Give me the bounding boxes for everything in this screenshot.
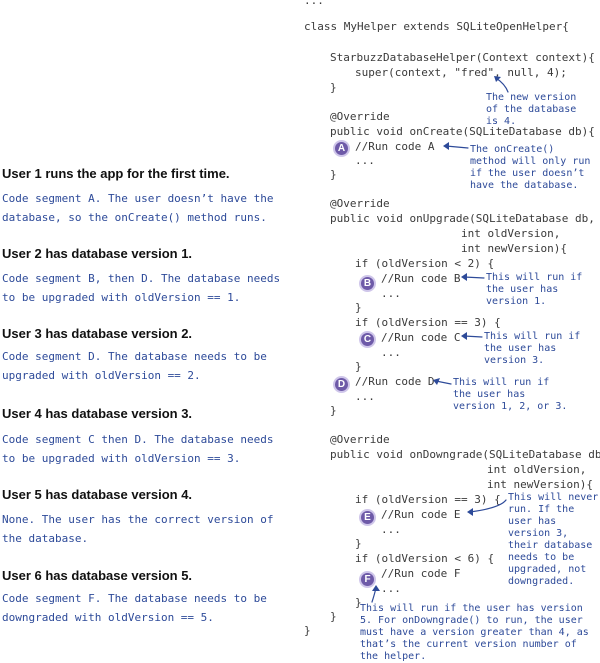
badge-d: D	[333, 376, 350, 393]
code-top-ellipsis: ...	[304, 0, 324, 7]
badge-f: F	[359, 571, 376, 588]
code-run-f: //Run code F	[381, 567, 461, 580]
annotation-code-e: This will never run. If the user has ver…	[508, 492, 599, 587]
code-onupgrade-signature: public void onUpgrade(SQLiteDatabase db,	[330, 212, 595, 225]
arrowhead-code-e	[467, 508, 473, 516]
code-param-oldversion: int oldVersion,	[461, 227, 561, 240]
arrow-to-oncreate	[445, 145, 469, 149]
user-5-description: None. The user has the correct version o…	[2, 513, 274, 545]
annotation-code-d: This will run if the user has version 1,…	[453, 377, 568, 412]
code-ellipsis: ...	[355, 154, 375, 167]
code-run-d: //Run code D	[355, 375, 435, 388]
user-2-heading: User 2 has database version 1.	[2, 246, 193, 261]
code-ellipsis: ...	[381, 287, 401, 300]
code-override: @Override	[330, 197, 390, 210]
user-2-description: Code segment B, then D. The database nee…	[2, 272, 281, 304]
code-close-brace: }	[330, 168, 337, 181]
badge-a: A	[333, 140, 350, 157]
code-override: @Override	[330, 110, 390, 123]
code-close-brace: }	[330, 610, 337, 623]
user-5-heading: User 5 has database version 4.	[2, 487, 193, 502]
code-ellipsis: ...	[381, 582, 401, 595]
user-6-description: Code segment F. The database needs to be…	[2, 592, 267, 624]
arrow-to-code-b	[463, 276, 485, 279]
user-4-heading: User 4 has database version 3.	[2, 406, 193, 421]
code-run-a: //Run code A	[355, 140, 435, 153]
code-if-statement: if (oldVersion < 6) {	[355, 552, 495, 565]
user-4-description: Code segment C then D. The database need…	[2, 433, 274, 465]
annotation-code-c: This will run if the user has version 3.	[484, 331, 581, 366]
code-class-close-brace: }	[304, 624, 311, 637]
code-run-c: //Run code C	[381, 331, 461, 344]
code-if-statement: if (oldVersion == 3) {	[355, 316, 501, 329]
code-ondowngrade-signature: public void onDowngrade(SQLiteDatabase d…	[330, 448, 600, 461]
user-1-description: Code segment A. The user doesn’t have th…	[2, 192, 274, 224]
code-close-brace: }	[330, 404, 337, 417]
code-run-e: //Run code E	[381, 508, 461, 521]
code-ellipsis: ...	[381, 523, 401, 536]
arrowhead-oncreate	[443, 142, 449, 150]
code-class-declaration: class MyHelper extends SQLiteOpenHelper{	[304, 20, 569, 33]
code-param-newversion: int newVersion){	[487, 478, 593, 491]
code-if-statement: if (oldVersion < 2) {	[355, 257, 495, 270]
annotation-oncreate: The onCreate() method will only run if t…	[470, 144, 591, 191]
code-run-b: //Run code B	[381, 272, 461, 285]
badge-b: B	[359, 275, 376, 292]
arrow-to-code-c	[463, 335, 483, 338]
code-ellipsis: ...	[381, 346, 401, 359]
badge-e: E	[359, 509, 376, 526]
user-6-heading: User 6 has database version 5.	[2, 568, 193, 583]
code-constructor: StarbuzzDatabaseHelper(Context context){	[330, 51, 595, 64]
code-if-statement: if (oldVersion == 3) {	[355, 493, 501, 506]
arrowhead-code-f	[372, 585, 380, 591]
code-param-newversion: int newVersion){	[461, 242, 567, 255]
user-3-description: Code segment D. The database needs to be…	[2, 350, 267, 382]
arrow-to-version	[495, 77, 509, 93]
code-override: @Override	[330, 433, 390, 446]
code-close-brace: }	[330, 81, 337, 94]
annotation-code-b: This will run if the user has version 1.	[486, 272, 583, 307]
code-ellipsis: ...	[355, 390, 375, 403]
annotation-code-f: This will run if the user has version 5.…	[360, 603, 589, 662]
arrowhead-code-b	[461, 273, 467, 281]
code-close-brace: }	[355, 537, 362, 550]
badge-c: C	[359, 331, 376, 348]
user-1-heading: User 1 runs the app for the first time.	[2, 166, 230, 181]
code-param-oldversion: int oldVersion,	[487, 463, 587, 476]
code-super-call: super(context, "fred", null, 4);	[355, 66, 567, 79]
arrow-to-code-f	[371, 587, 377, 603]
annotation-new-version: The new version of the database is 4.	[486, 92, 577, 127]
code-close-brace: }	[355, 301, 362, 314]
user-3-heading: User 3 has database version 2.	[2, 326, 193, 341]
arrowhead-code-c	[461, 332, 467, 340]
code-close-brace: }	[355, 360, 362, 373]
arrow-to-code-d	[435, 380, 452, 385]
